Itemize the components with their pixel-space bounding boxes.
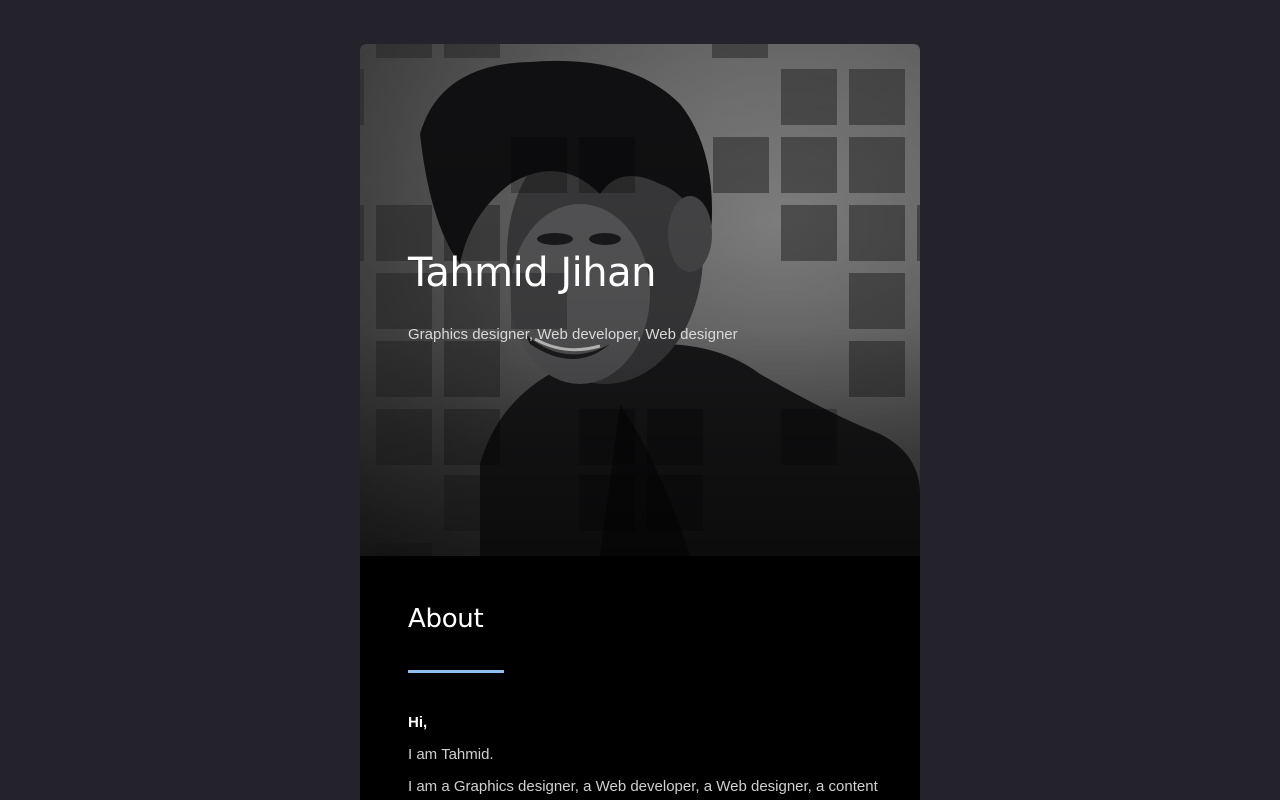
about-text: Hi, I am Tahmid. I am a Graphics designe… (408, 707, 878, 800)
hero-banner: Tahmid Jihan Graphics designer, Web deve… (360, 44, 920, 556)
about-greeting: Hi, (408, 714, 428, 731)
about-line-1: I am Tahmid. (408, 746, 494, 763)
about-line-2: I am a Graphics designer, a Web develope… (408, 778, 878, 795)
about-heading: About (408, 604, 484, 634)
profile-card: Tahmid Jihan Graphics designer, Web deve… (360, 44, 920, 800)
about-section: About Hi, I am Tahmid. I am a Graphics d… (360, 556, 920, 800)
heading-underline (408, 670, 504, 673)
profile-name: Tahmid Jihan (408, 250, 656, 296)
hero-overlay (360, 44, 920, 556)
profile-roles: Graphics designer, Web developer, Web de… (408, 326, 738, 343)
